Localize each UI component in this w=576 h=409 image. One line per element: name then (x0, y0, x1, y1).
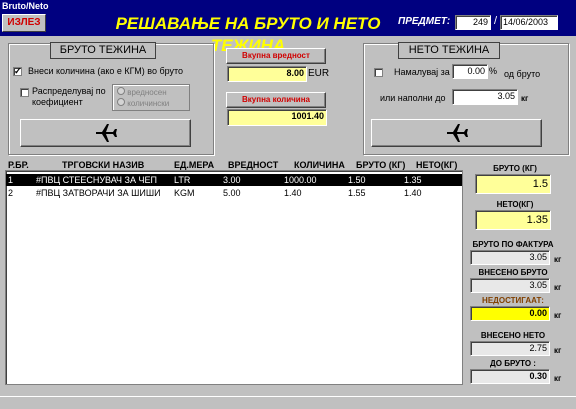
airplane-icon (95, 124, 117, 142)
col-header-neto: НЕТО(КГ) (416, 160, 458, 170)
col-header-value: ВРЕДНОСТ (228, 160, 279, 170)
reduce-percent-field[interactable]: 0.00 (452, 64, 488, 79)
entered-bruto-field: 3.05 (470, 278, 550, 293)
table-row[interactable]: 2 #ПВЦ ЗАТВОРАЧИ ЗА ШИШИ KGM 5.00 1.40 1… (6, 187, 462, 199)
table-row[interactable]: 1 #ПВЦ СТЕЕСНУВАЧ ЗА ЧЕП LTR 3.00 1000.0… (6, 174, 462, 186)
entered-neto-field: 2.75 (470, 341, 550, 356)
missing-unit: кг (554, 311, 562, 320)
cell-neto: 1.35 (404, 175, 422, 185)
col-header-name: ТРГОВСКИ НАЗИВ (62, 160, 145, 170)
invoice-bruto-label: БРУТО ПО ФАКТУРА (472, 240, 554, 249)
status-bar (0, 396, 576, 409)
cell-name: #ПВЦ ЗАТВОРАЧИ ЗА ШИШИ (36, 188, 161, 198)
cell-qty: 1000.00 (284, 175, 317, 185)
percent-label: % (489, 66, 498, 76)
cell-no: 2 (8, 188, 14, 198)
total-qty-button[interactable]: Вкупна количина (226, 92, 326, 108)
fill-value-field[interactable]: 3.05 (452, 89, 518, 105)
distribute-radio-group: вредносен количински (112, 84, 190, 111)
subject-number-field[interactable]: 249 (455, 15, 491, 30)
to-bruto-field: 0.30 (470, 369, 550, 384)
cell-no: 1 (8, 175, 14, 185)
radio-button[interactable] (117, 98, 125, 106)
cell-bruto: 1.50 (348, 175, 366, 185)
radio-qty-option[interactable]: количински (117, 98, 169, 108)
radio-value-label: вредносен (127, 88, 167, 97)
reduce-label: Намалувај за (394, 67, 450, 77)
enter-qty-checkbox[interactable]: ✓ (13, 67, 22, 76)
from-bruto-label: од бруто (504, 69, 541, 79)
entered-neto-label: ВНЕСЕНО НЕТО (480, 331, 546, 340)
subject-label: ПРЕДМЕТ: (398, 16, 451, 27)
bruto-calculate-button[interactable] (20, 119, 191, 147)
bruto-kg-field[interactable]: 1.5 (475, 174, 551, 194)
total-value-button[interactable]: Вкупна вредност (226, 48, 326, 64)
distribute-checkbox[interactable] (20, 88, 29, 97)
radio-qty-label: количински (127, 99, 170, 108)
col-header-unit: ЕД.МЕРА (174, 160, 215, 170)
distribute-label-2: коефициент (32, 97, 83, 107)
currency-label: EUR (308, 68, 330, 79)
cell-bruto: 1.55 (348, 188, 366, 198)
cell-value: 5.00 (223, 188, 241, 198)
items-table[interactable] (5, 170, 463, 385)
radio-button[interactable] (117, 87, 125, 95)
cell-name: #ПВЦ СТЕЕСНУВАЧ ЗА ЧЕП (36, 175, 157, 185)
neto-kg-label: НЕТО(КГ) (496, 200, 534, 209)
missing-label: НЕДОСТИГААТ: (482, 296, 544, 305)
neto-panel-title: НЕТО ТЕЖИНА (398, 42, 500, 59)
cell-value: 3.00 (223, 175, 241, 185)
neto-kg-field[interactable]: 1.35 (475, 210, 551, 230)
subject-date-field[interactable]: 14/06/2003 (500, 15, 558, 30)
reduce-checkbox[interactable] (374, 68, 383, 77)
invoice-bruto-field: 3.05 (470, 250, 550, 265)
cell-unit: KGM (174, 188, 195, 198)
entered-neto-unit: кг (554, 346, 562, 355)
to-bruto-label: ДО БРУТО : (490, 359, 536, 368)
to-bruto-unit: кг (554, 374, 562, 383)
fill-label: или наполни до (380, 93, 446, 103)
enter-qty-label: Внеси количина (ако е КГМ) во бруто (28, 66, 184, 76)
invoice-bruto-unit: кг (554, 255, 562, 264)
radio-value-option[interactable]: вредносен (117, 87, 167, 97)
cell-qty: 1.40 (284, 188, 302, 198)
entered-bruto-label: ВНЕСЕНО БРУТО (478, 268, 548, 277)
total-qty-field: 1001.40 (227, 109, 327, 126)
cell-unit: LTR (174, 175, 191, 185)
neto-calculate-button[interactable] (371, 119, 542, 147)
distribute-label: Распределувај по (32, 86, 106, 96)
col-header-no: Р.БР. (8, 160, 29, 170)
subject-separator: / (494, 15, 498, 27)
col-header-qty: КОЛИЧИНА (294, 160, 345, 170)
airplane-icon (446, 124, 468, 142)
bruto-panel-title: БРУТО ТЕЖИНА (50, 42, 156, 59)
missing-field: 0.00 (470, 306, 550, 321)
col-header-bruto: БРУТО (КГ) (356, 160, 406, 170)
entered-bruto-unit: кг (554, 283, 562, 292)
exit-button[interactable]: ИЗЛЕЗ (2, 14, 46, 32)
cell-neto: 1.40 (404, 188, 422, 198)
total-value-field: 8.00 (227, 66, 307, 82)
page-title: РЕШАВАЊЕ НА БРУТО И НЕТО ТЕЖИНА (115, 14, 381, 55)
fill-unit-label: кг (521, 94, 529, 103)
bruto-kg-label: БРУТО (КГ) (493, 164, 537, 173)
window-title: Bruto/Neto (0, 0, 576, 12)
